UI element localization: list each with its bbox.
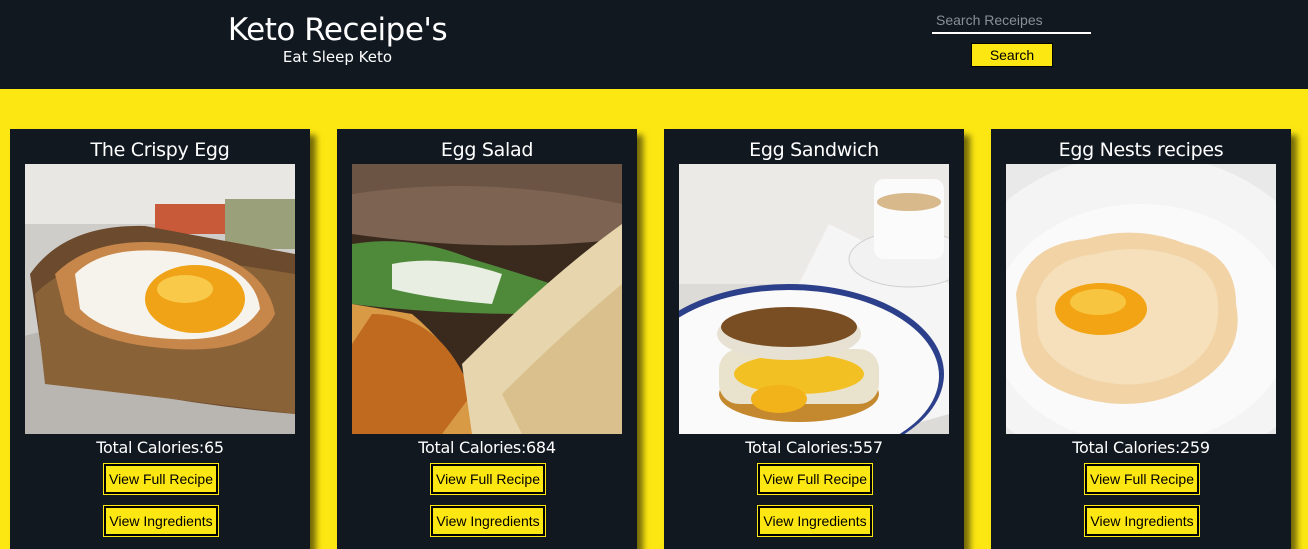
- recipe-calories: Total Calories:65: [96, 438, 224, 457]
- recipe-title: The Crispy Egg: [90, 139, 230, 161]
- recipe-card: Egg Nests recipes Total Calories:259 Vie…: [991, 129, 1291, 549]
- brand: Keto Receipe's Eat Sleep Keto: [200, 12, 475, 66]
- view-ingredients-button[interactable]: View Ingredients: [430, 505, 546, 537]
- recipe-card: Egg Sandwich Total Calories:557 View Ful…: [664, 129, 964, 549]
- recipe-image-egg-sandwich: [679, 164, 949, 434]
- recipe-image-crispy-egg: [25, 164, 295, 434]
- view-full-recipe-button[interactable]: View Full Recipe: [757, 463, 873, 495]
- view-full-recipe-button[interactable]: View Full Recipe: [103, 463, 219, 495]
- recipe-card: Egg Salad Total Calories:684 View Full R…: [337, 129, 637, 549]
- recipe-image-egg-nests: [1006, 164, 1276, 434]
- site-header: Keto Receipe's Eat Sleep Keto Search: [0, 0, 1308, 89]
- view-ingredients-button[interactable]: View Ingredients: [757, 505, 873, 537]
- recipe-title: Egg Sandwich: [749, 139, 879, 161]
- recipe-calories: Total Calories:684: [418, 438, 556, 457]
- recipe-calories: Total Calories:259: [1072, 438, 1210, 457]
- recipe-title: Egg Salad: [440, 139, 534, 161]
- recipe-calories: Total Calories:557: [745, 438, 883, 457]
- view-full-recipe-button[interactable]: View Full Recipe: [1084, 463, 1200, 495]
- view-full-recipe-button[interactable]: View Full Recipe: [430, 463, 546, 495]
- recipe-card: The Crispy Egg Total Calories:65 View Fu…: [10, 129, 310, 549]
- view-ingredients-button[interactable]: View Ingredients: [103, 505, 219, 537]
- search-button[interactable]: Search: [971, 43, 1053, 67]
- site-title: Keto Receipe's: [227, 12, 448, 48]
- site-subtitle: Eat Sleep Keto: [282, 48, 393, 66]
- recipe-title: Egg Nests recipes: [1058, 139, 1224, 161]
- view-ingredients-button[interactable]: View Ingredients: [1084, 505, 1200, 537]
- recipe-image-egg-salad: [352, 164, 622, 434]
- search-input[interactable]: [932, 8, 1091, 34]
